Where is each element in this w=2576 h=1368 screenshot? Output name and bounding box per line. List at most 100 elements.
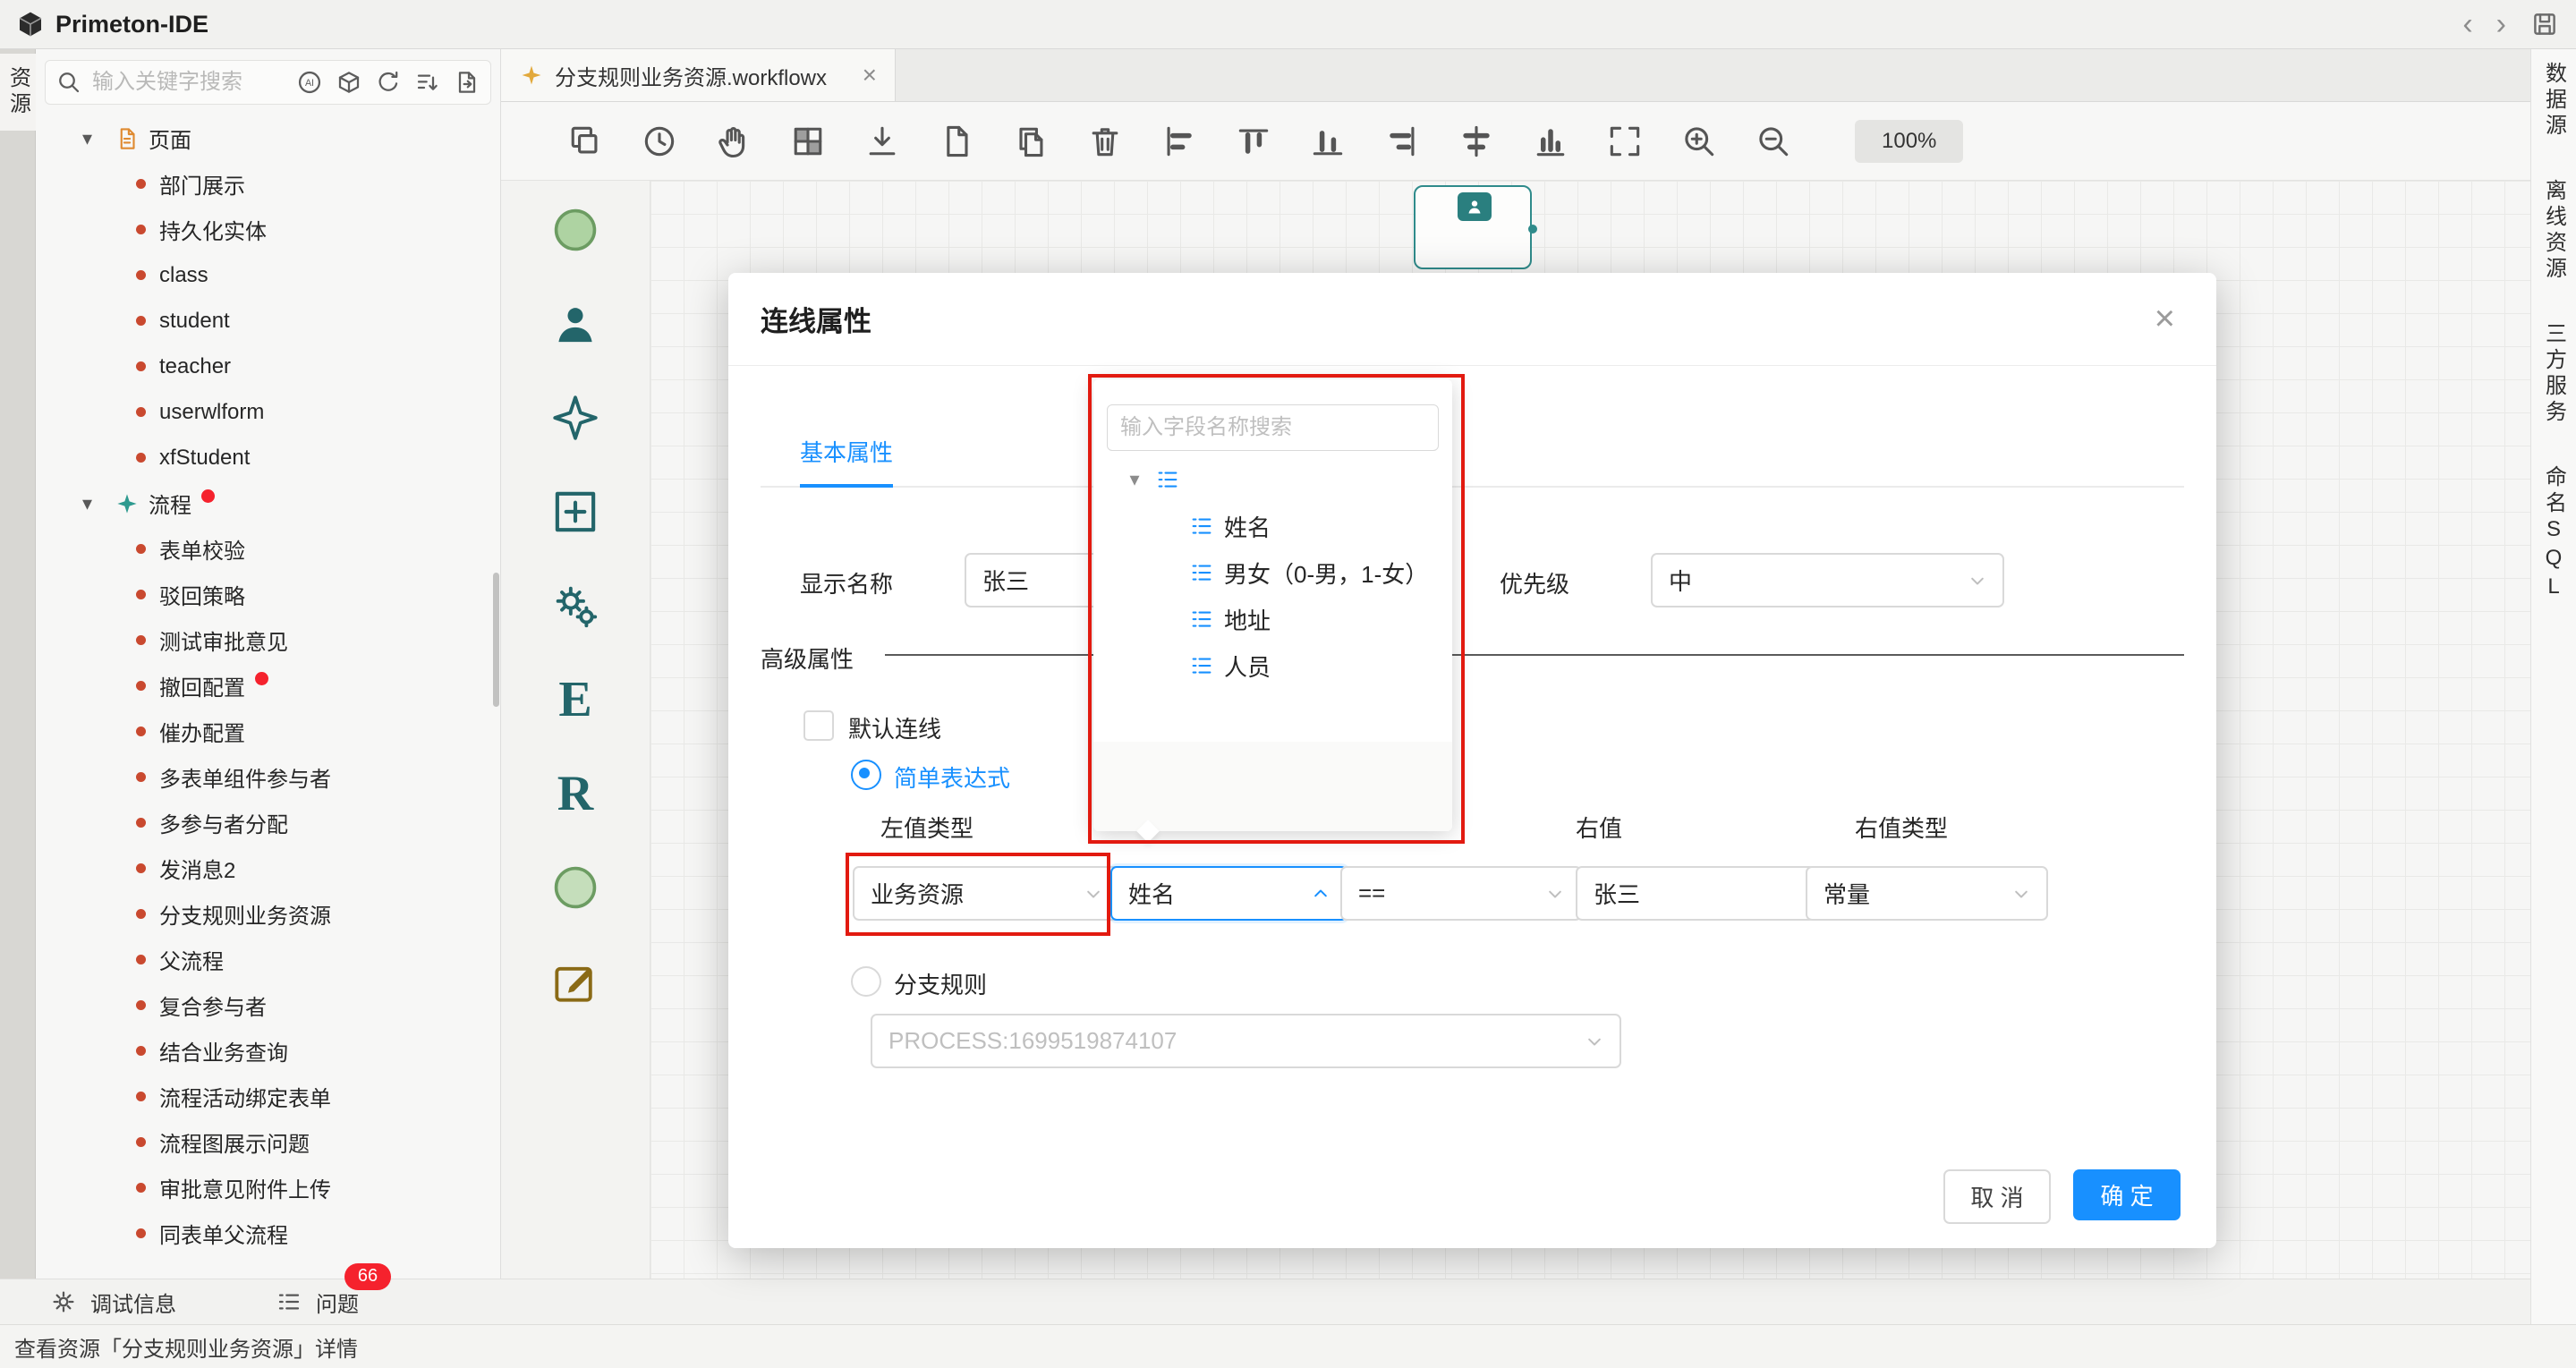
right-tab-三方服务[interactable]: 三方服务 — [2538, 322, 2570, 426]
priority-label: 优先级 — [1500, 566, 1569, 599]
participant-flow-node[interactable] — [1414, 185, 1532, 269]
gateway-node[interactable] — [542, 385, 608, 451]
participant-node[interactable] — [542, 291, 608, 357]
add-activity-node[interactable] — [542, 479, 608, 545]
tree-group-页面[interactable]: ▾页面 — [82, 115, 500, 161]
field-option[interactable]: 男女（0-男，1-女） — [1093, 549, 1452, 596]
caret-down-icon[interactable]: ▾ — [82, 127, 106, 150]
tree-item[interactable]: 结合业务查询 — [82, 1028, 500, 1074]
default-line-checkbox[interactable] — [803, 710, 834, 741]
download-icon[interactable] — [863, 122, 902, 161]
align-right-icon[interactable] — [1382, 122, 1422, 161]
tree-item[interactable]: 部门展示 — [82, 161, 500, 207]
branch-rule-radio[interactable] — [851, 966, 881, 997]
tree-item[interactable]: teacher — [82, 344, 500, 389]
tree-item-label: 多参与者分配 — [159, 807, 288, 838]
tree-item[interactable]: 撤回配置 — [82, 663, 500, 709]
end-event-node[interactable] — [542, 854, 608, 921]
pan-icon[interactable] — [714, 122, 753, 161]
new-file-icon[interactable] — [937, 122, 976, 161]
field-option[interactable]: 地址 — [1093, 596, 1452, 642]
ai-icon[interactable]: AI — [295, 68, 324, 97]
align-center-icon[interactable] — [1457, 122, 1496, 161]
history-icon[interactable] — [640, 122, 679, 161]
start-event-node[interactable] — [542, 197, 608, 263]
tree-item[interactable]: 复合参与者 — [82, 982, 500, 1028]
copy-icon[interactable] — [565, 122, 605, 161]
right-type-select[interactable]: 常量 — [1806, 866, 2048, 921]
editor-tab-active[interactable]: 分支规则业务资源.workflowx × — [501, 49, 896, 101]
align-bottom-icon[interactable] — [1308, 122, 1348, 161]
cancel-button[interactable]: 取 消 — [1943, 1169, 2051, 1224]
tree-item[interactable]: xfStudent — [82, 435, 500, 480]
checker-icon[interactable] — [788, 122, 828, 161]
nav-back-icon[interactable]: ‹ — [2462, 9, 2472, 39]
debug-info-tab[interactable]: 调试信息 — [90, 1287, 176, 1318]
entity-node[interactable]: E — [542, 667, 608, 733]
tree-item[interactable]: 持久化实体 — [82, 207, 500, 252]
ok-button[interactable]: 确 定 — [2073, 1169, 2181, 1220]
note-node[interactable] — [542, 948, 608, 1015]
right-tab-数据源[interactable]: 数据源 — [2538, 62, 2570, 140]
tree-item[interactable]: 同表单父流程 — [82, 1211, 500, 1256]
fit-screen-icon[interactable] — [1605, 122, 1645, 161]
tree-item[interactable]: 多参与者分配 — [82, 800, 500, 845]
save-icon[interactable] — [2529, 9, 2560, 39]
dialog-close-icon[interactable]: × — [2155, 299, 2175, 339]
export-icon[interactable] — [453, 68, 481, 97]
refresh-icon[interactable] — [374, 68, 403, 97]
chevron-down-icon — [1081, 881, 1106, 906]
tree-item[interactable]: 发消息2 — [82, 845, 500, 891]
left-value-select[interactable]: 姓名 — [1110, 866, 1348, 921]
tree-item[interactable]: class — [82, 252, 500, 298]
node-port[interactable] — [1528, 225, 1537, 234]
search-input[interactable] — [90, 69, 288, 96]
align-top-icon[interactable] — [1234, 122, 1273, 161]
field-list-icon — [1188, 652, 1215, 679]
sort-icon[interactable] — [413, 68, 442, 97]
tree-item[interactable]: 流程图展示问题 — [82, 1119, 500, 1165]
align-left-icon[interactable] — [1160, 122, 1199, 161]
zoom-level[interactable]: 100% — [1855, 120, 1963, 163]
right-value-input[interactable] — [1576, 866, 1815, 921]
sidebar-tab-resources[interactable]: 资源 — [0, 54, 36, 131]
operator-select[interactable]: == — [1340, 866, 1582, 921]
right-tab-离线资源[interactable]: 离线资源 — [2538, 179, 2570, 283]
sidebar-scrollbar[interactable] — [493, 573, 499, 707]
delete-icon[interactable] — [1085, 122, 1125, 161]
priority-select[interactable]: 中 — [1651, 553, 2004, 608]
tree-item[interactable]: 审批意见附件上传 — [82, 1165, 500, 1211]
left-type-select[interactable]: 业务资源 — [853, 866, 1120, 921]
bar-chart-icon[interactable] — [1531, 122, 1570, 161]
tab-basic-properties[interactable]: 基本属性 — [800, 435, 893, 488]
package-icon[interactable] — [335, 68, 363, 97]
zoom-in-icon[interactable] — [1679, 122, 1719, 161]
tree-item[interactable]: 表单校验 — [82, 526, 500, 572]
field-option[interactable]: 姓名 — [1093, 503, 1452, 549]
field-option[interactable]: 人员 — [1093, 642, 1452, 689]
zoom-out-icon[interactable] — [1754, 122, 1793, 161]
copy-file-icon[interactable] — [1011, 122, 1050, 161]
tree-item[interactable]: 流程活动绑定表单 — [82, 1074, 500, 1119]
tree-item[interactable]: 催办配置 — [82, 709, 500, 754]
field-tree-root[interactable]: ▾ — [1093, 456, 1452, 503]
right-tab-命名SQL[interactable]: 命名SQL — [2538, 465, 2570, 603]
tree-item[interactable]: userwlform — [82, 389, 500, 435]
field-search-input[interactable] — [1107, 404, 1439, 451]
service-node[interactable] — [542, 573, 608, 639]
debug-gear-icon — [49, 1287, 78, 1316]
resource-node[interactable]: R — [542, 760, 608, 827]
tree-group-流程[interactable]: ▾流程 — [82, 480, 500, 526]
problems-tab[interactable]: 问题 66 — [275, 1287, 359, 1318]
tab-close-icon[interactable]: × — [863, 61, 877, 89]
tree-item[interactable]: 分支规则业务资源 — [82, 891, 500, 937]
tree-item[interactable]: 父流程 — [82, 937, 500, 982]
tree-item[interactable]: 驳回策略 — [82, 572, 500, 617]
tree-item[interactable]: 多表单组件参与者 — [82, 754, 500, 800]
tree-item[interactable]: 测试审批意见 — [82, 617, 500, 663]
tree-item[interactable]: student — [82, 298, 500, 344]
caret-down-icon[interactable]: ▾ — [1124, 468, 1145, 491]
caret-down-icon[interactable]: ▾ — [82, 492, 106, 515]
nav-forward-icon[interactable]: › — [2496, 9, 2506, 39]
simple-expression-radio[interactable] — [851, 760, 881, 790]
